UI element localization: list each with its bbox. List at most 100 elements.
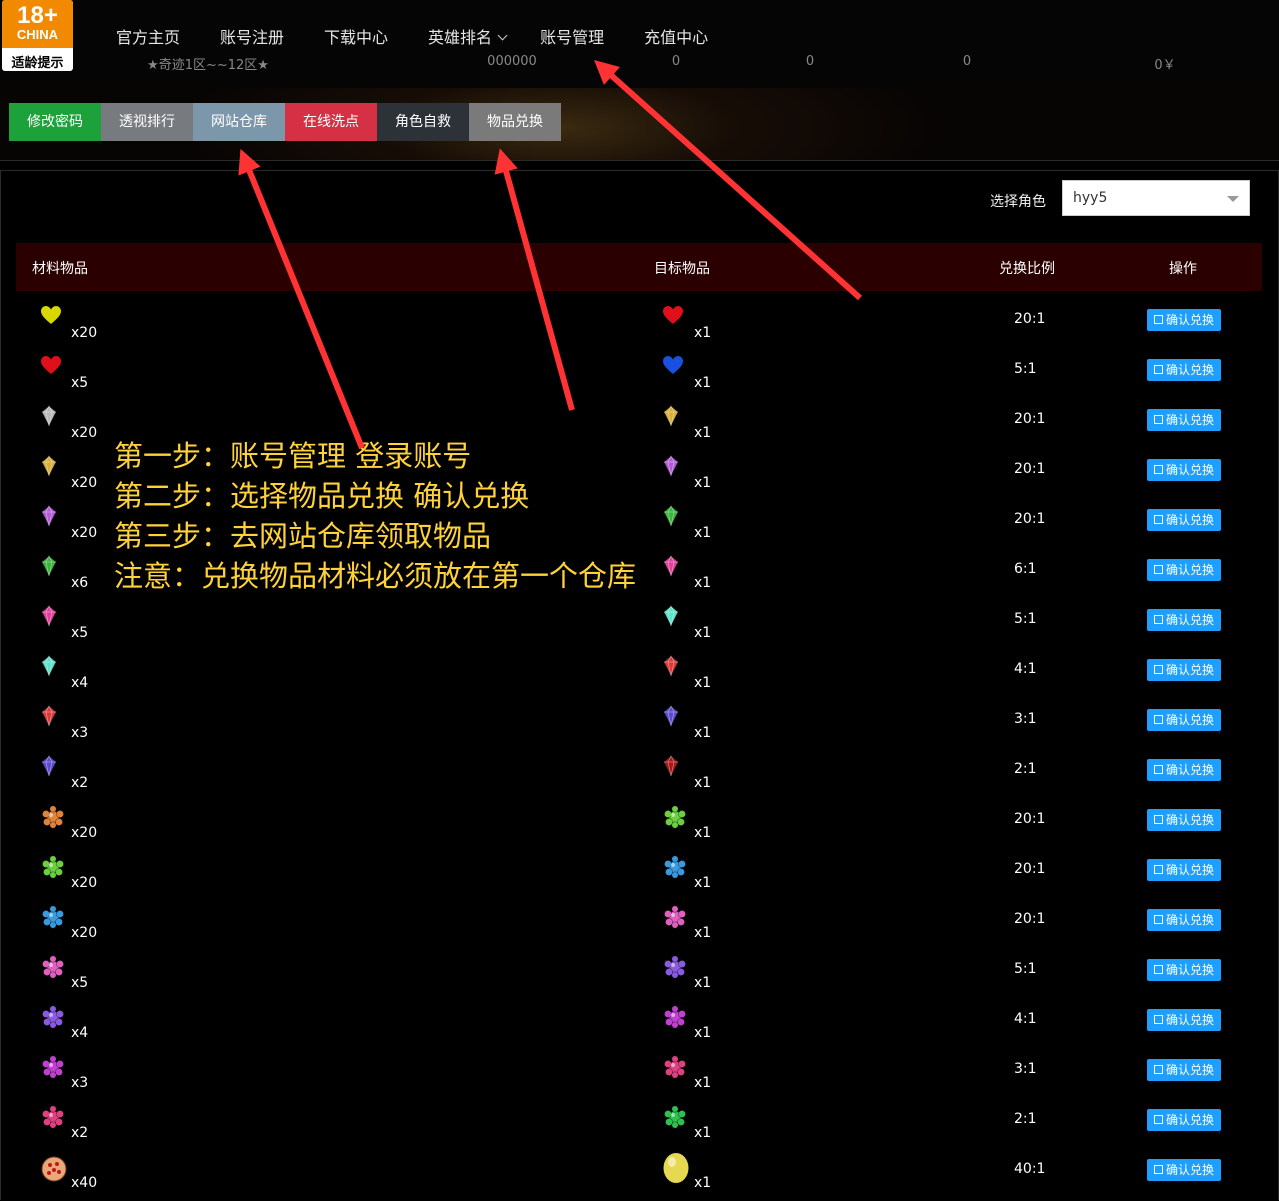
stat-server: ★奇迹1区~~12区★ <box>147 58 269 73</box>
confirm-exchange-label: 确认兑换 <box>1165 1013 1214 1027</box>
target-quantity: x1 <box>694 825 712 841</box>
gold-jewel-icon <box>662 405 680 431</box>
confirm-exchange-button[interactable]: 确认兑换 <box>1147 709 1221 731</box>
gift-icon <box>1153 865 1163 874</box>
table-row: x5 x1 5:1 确认兑换 <box>16 951 1262 1001</box>
green-jewel-icon <box>40 555 58 581</box>
gift-icon <box>1153 565 1163 574</box>
role-select[interactable]: hyy5 <box>1062 180 1250 216</box>
tab-character-rescue[interactable]: 角色自救 <box>377 103 469 141</box>
crimson-jewel-icon <box>662 755 680 781</box>
target-quantity: x1 <box>694 575 712 591</box>
nav-account-manage[interactable]: 账号管理 <box>540 22 604 54</box>
role-select-label: 选择角色 <box>990 194 1046 210</box>
blue-heart-icon <box>662 355 684 379</box>
confirm-exchange-button[interactable]: 确认兑换 <box>1147 759 1221 781</box>
nav-home-label: 官方主页 <box>116 28 181 47</box>
tab-online-reset-points[interactable]: 在线洗点 <box>285 103 377 141</box>
green-gem-cluster-icon <box>662 805 688 833</box>
table-row: x20 x1 20:1 确认兑换 <box>16 301 1262 351</box>
emerald-gem-cluster-icon <box>662 1105 688 1133</box>
exchange-ratio: 20:1 <box>1014 411 1046 427</box>
pink-gem-cluster-icon <box>662 905 688 933</box>
violet-gem-cluster-icon <box>662 955 688 983</box>
gift-icon <box>1153 765 1163 774</box>
nav-register[interactable]: 账号注册 <box>220 22 284 54</box>
instruction-step-2: 第二步：选择物品兑换 确认兑换 <box>114 479 530 513</box>
gift-icon <box>1153 665 1163 674</box>
red-heart-icon <box>662 305 684 329</box>
gift-icon <box>1153 1015 1163 1024</box>
confirm-exchange-button[interactable]: 确认兑换 <box>1147 459 1221 481</box>
nav-recharge[interactable]: 充值中心 <box>644 22 708 54</box>
logo-age-text: 18+ <box>17 2 58 29</box>
material-quantity: x40 <box>71 1175 98 1191</box>
table-row: x3 x1 3:1 确认兑换 <box>16 1051 1262 1101</box>
material-quantity: x5 <box>71 375 89 391</box>
exchange-ratio: 20:1 <box>1014 511 1046 527</box>
confirm-exchange-button[interactable]: 确认兑换 <box>1147 609 1221 631</box>
target-quantity: x1 <box>694 625 712 641</box>
cyan-jewel-icon <box>40 655 58 681</box>
confirm-exchange-button[interactable]: 确认兑换 <box>1147 859 1221 881</box>
stat-balance: 0￥ <box>1154 58 1176 73</box>
confirm-exchange-label: 确认兑换 <box>1165 963 1214 977</box>
confirm-exchange-button[interactable]: 确认兑换 <box>1147 1109 1221 1131</box>
material-quantity: x2 <box>71 1125 89 1141</box>
confirm-exchange-button[interactable]: 确认兑换 <box>1147 359 1221 381</box>
confirm-exchange-button[interactable]: 确认兑换 <box>1147 309 1221 331</box>
tab-item-exchange[interactable]: 物品兑换 <box>469 103 561 141</box>
tab-change-password[interactable]: 修改密码 <box>9 103 101 141</box>
pink-jewel-icon <box>662 555 680 581</box>
stat-value-1: 0 <box>671 54 681 69</box>
table-row: x3 x1 3:1 确认兑换 <box>16 701 1262 751</box>
table-row: x20 x1 20:1 确认兑换 <box>16 901 1262 951</box>
nav-account-manage-label: 账号管理 <box>540 28 605 47</box>
dropdown-arrow-icon <box>1227 196 1239 202</box>
tab-web-warehouse[interactable]: 网站仓库 <box>193 103 285 141</box>
main-nav: 官方主页 账号注册 下载中心 英雄排名 账号管理 充值中心 <box>96 22 728 54</box>
confirm-exchange-button[interactable]: 确认兑换 <box>1147 959 1221 981</box>
target-quantity: x1 <box>694 775 712 791</box>
confirm-exchange-button[interactable]: 确认兑换 <box>1147 809 1221 831</box>
table-row: x20 x1 20:1 确认兑换 <box>16 801 1262 851</box>
target-quantity: x1 <box>694 725 712 741</box>
gift-icon <box>1153 315 1163 324</box>
target-quantity: x1 <box>694 1025 712 1041</box>
nav-hero-ranking[interactable]: 英雄排名 <box>428 22 508 54</box>
nav-download[interactable]: 下载中心 <box>324 22 388 54</box>
material-quantity: x4 <box>71 1025 89 1041</box>
confirm-exchange-button[interactable]: 确认兑换 <box>1147 909 1221 931</box>
confirm-exchange-label: 确认兑换 <box>1165 563 1214 577</box>
rose-gem-cluster-icon <box>662 1055 688 1083</box>
nav-home[interactable]: 官方主页 <box>116 22 180 54</box>
exchange-ratio: 20:1 <box>1014 311 1046 327</box>
confirm-exchange-label: 确认兑换 <box>1165 463 1214 477</box>
gift-icon <box>1153 965 1163 974</box>
confirm-exchange-button[interactable]: 确认兑换 <box>1147 1009 1221 1031</box>
confirm-exchange-button[interactable]: 确认兑换 <box>1147 1159 1221 1181</box>
magenta-gem-cluster-icon <box>662 1005 688 1033</box>
confirm-exchange-label: 确认兑换 <box>1165 663 1214 677</box>
instruction-notice: 注意：兑换物品材料必须放在第一个仓库 <box>114 559 637 593</box>
instruction-step-1: 第一步：账号管理 登录账号 <box>114 439 472 473</box>
indigo-jewel-icon <box>662 705 680 731</box>
instruction-step-3: 第三步：去网站仓库领取物品 <box>114 519 492 553</box>
confirm-exchange-button[interactable]: 确认兑换 <box>1147 559 1221 581</box>
confirm-exchange-button[interactable]: 确认兑换 <box>1147 659 1221 681</box>
tab-perspective-ranking[interactable]: 透视排行 <box>101 103 193 141</box>
stat-value-2: 0 <box>805 54 815 69</box>
confirm-exchange-button[interactable]: 确认兑换 <box>1147 509 1221 531</box>
confirm-exchange-button[interactable]: 确认兑换 <box>1147 409 1221 431</box>
indigo-jewel-icon <box>40 755 58 781</box>
purple-jewel-icon <box>662 455 680 481</box>
golden-egg-icon <box>662 1150 690 1188</box>
orange-gem-cluster-icon <box>40 805 66 833</box>
table-row: x2 x1 2:1 确认兑换 <box>16 751 1262 801</box>
logo-badge: 18+ CHINA <box>2 0 73 48</box>
blue-gem-cluster-icon <box>662 855 688 883</box>
material-quantity: x2 <box>71 775 89 791</box>
logo-country-text: CHINA <box>16 27 59 42</box>
confirm-exchange-button[interactable]: 确认兑换 <box>1147 1059 1221 1081</box>
target-quantity: x1 <box>694 675 712 691</box>
